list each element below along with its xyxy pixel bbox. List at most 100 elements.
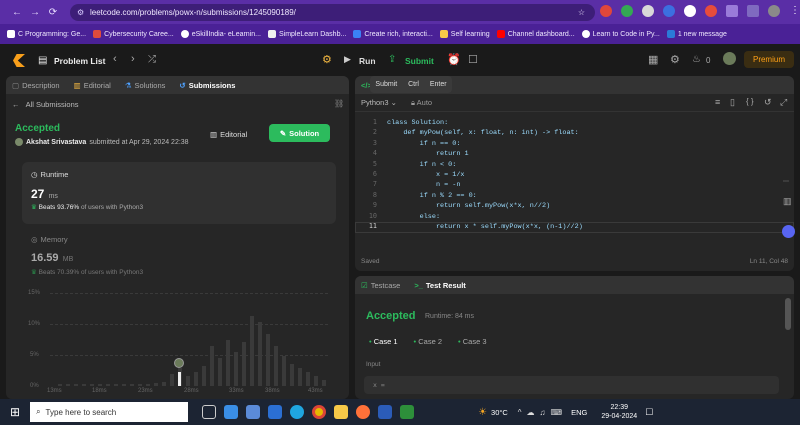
chart-bar[interactable] bbox=[82, 384, 86, 386]
chart-bar[interactable] bbox=[298, 368, 302, 386]
chart-bar[interactable] bbox=[290, 364, 294, 386]
runtime-card[interactable]: ◷ Runtime 27 ms ♛ Beats 93.76% of users w… bbox=[22, 162, 336, 224]
chart-bar[interactable] bbox=[106, 384, 110, 386]
auto-mode-toggle[interactable]: 🔒︎ Auto bbox=[411, 98, 432, 108]
chart-bar[interactable] bbox=[74, 384, 78, 386]
debug-icon[interactable]: ⚙ bbox=[322, 53, 332, 66]
reset-icon[interactable]: ↺ bbox=[764, 97, 772, 108]
chart-bar[interactable] bbox=[202, 366, 206, 386]
timer-icon[interactable]: ⏰ bbox=[447, 53, 461, 66]
chart-bar[interactable] bbox=[162, 382, 166, 386]
task-view-icon[interactable] bbox=[202, 405, 217, 419]
tab-description[interactable]: ▢ Description bbox=[12, 81, 60, 90]
language-indicator[interactable]: ENG bbox=[571, 408, 587, 417]
extension-icon[interactable] bbox=[621, 5, 633, 17]
chrome-browser-icon[interactable] bbox=[312, 405, 327, 419]
chart-bar[interactable] bbox=[186, 376, 190, 386]
chart-bar[interactable] bbox=[114, 384, 118, 386]
sidebar-icon[interactable] bbox=[747, 5, 759, 17]
discord-icon[interactable] bbox=[782, 225, 795, 238]
bookmark-item[interactable]: SimpleLearn Dashb... bbox=[267, 30, 346, 38]
chart-bar[interactable] bbox=[130, 384, 134, 386]
chart-bar[interactable] bbox=[282, 356, 286, 386]
store-app-icon[interactable] bbox=[268, 405, 283, 419]
chart-bar[interactable] bbox=[226, 340, 230, 386]
tab-editorial[interactable]: ▥ Editorial bbox=[74, 81, 111, 90]
chart-bar[interactable] bbox=[234, 352, 238, 386]
tab-submissions[interactable]: ↺ Submissions bbox=[179, 81, 235, 90]
chart-bar[interactable] bbox=[314, 376, 318, 386]
chart-bar[interactable] bbox=[210, 346, 214, 386]
system-tray-icons[interactable]: ^☁♫⌨ bbox=[518, 408, 567, 417]
premium-button[interactable]: Premium bbox=[744, 51, 794, 68]
word-app-icon[interactable] bbox=[378, 405, 393, 419]
case-tab-2[interactable]: • Case 2 bbox=[414, 337, 443, 346]
extension-icon[interactable] bbox=[642, 5, 654, 17]
bookmark-item[interactable]: Learn to Code in Py... bbox=[581, 30, 660, 38]
extension-icon[interactable] bbox=[663, 5, 675, 17]
chart-bar[interactable] bbox=[146, 384, 150, 386]
layout-icon[interactable]: ▦ bbox=[648, 53, 658, 66]
address-bar[interactable]: ⚙ leetcode.com/problems/powx-n/submissio… bbox=[70, 4, 595, 21]
case-tab-3[interactable]: • Case 3 bbox=[458, 337, 487, 346]
firefox-icon[interactable] bbox=[356, 405, 371, 419]
next-problem-icon[interactable]: › bbox=[131, 53, 135, 65]
tab-test-result[interactable]: >_ Test Result bbox=[414, 281, 465, 290]
language-select[interactable]: Python3 ⌄ bbox=[361, 98, 397, 107]
mail-app-icon[interactable] bbox=[224, 405, 239, 419]
back-arrow-icon[interactable]: ← bbox=[8, 7, 26, 18]
weather-temp[interactable]: 30°C bbox=[491, 408, 508, 417]
chart-bar[interactable] bbox=[138, 384, 142, 386]
notifications-icon[interactable]: ☐ bbox=[645, 407, 653, 418]
windows-start-icon[interactable]: ⊞ bbox=[10, 405, 20, 419]
chart-bar[interactable] bbox=[306, 372, 310, 386]
user-avatar[interactable] bbox=[723, 52, 736, 65]
forward-arrow-icon[interactable]: → bbox=[26, 7, 44, 18]
reload-icon[interactable]: ⟳ bbox=[44, 7, 62, 18]
braces-icon[interactable]: { } bbox=[746, 97, 754, 106]
extensions-puzzle-icon[interactable] bbox=[726, 5, 738, 17]
book-open-icon[interactable]: ▥ bbox=[783, 196, 792, 207]
chart-bar[interactable] bbox=[154, 383, 158, 386]
profile-avatar[interactable] bbox=[768, 5, 780, 17]
extension-icon[interactable] bbox=[600, 5, 612, 17]
problem-list-link[interactable]: Problem List bbox=[54, 56, 105, 66]
bookmark-item[interactable]: Channel dashboard... bbox=[496, 30, 575, 38]
solution-button[interactable]: ✎ Solution bbox=[269, 124, 330, 142]
bookmark-item[interactable]: Create rich, interacti... bbox=[353, 30, 433, 38]
taskbar-search[interactable]: ⌕ Type here to search bbox=[30, 402, 189, 422]
prev-problem-icon[interactable]: ‹ bbox=[113, 53, 117, 65]
extension-icon[interactable] bbox=[684, 5, 696, 17]
clock[interactable]: 22:39 29-04-2024 bbox=[601, 403, 637, 421]
chart-bar[interactable] bbox=[218, 358, 222, 386]
chart-bar[interactable] bbox=[266, 334, 270, 386]
edge-browser-icon[interactable] bbox=[290, 405, 305, 419]
chart-bar[interactable] bbox=[170, 374, 174, 386]
tab-testcase[interactable]: ☑ Testcase bbox=[361, 281, 400, 290]
all-submissions-link[interactable]: ← All Submissions bbox=[12, 100, 79, 109]
chart-bar[interactable] bbox=[122, 384, 126, 386]
chart-bar[interactable] bbox=[194, 372, 198, 386]
scrollbar[interactable] bbox=[785, 298, 791, 330]
chart-bar[interactable] bbox=[242, 342, 246, 386]
bookmark-icon[interactable]: ▯ bbox=[730, 97, 735, 108]
chart-bar[interactable] bbox=[58, 384, 62, 386]
settings-icon[interactable]: ⚙ bbox=[670, 53, 680, 66]
bookmark-star-icon[interactable]: ☆ bbox=[578, 4, 585, 21]
site-info-icon[interactable]: ⚙ bbox=[77, 4, 84, 21]
sticky-notes-icon[interactable] bbox=[334, 405, 349, 419]
code-area[interactable]: 1 2 3 4 5 6 7 8 9 10 11 class Solution: … bbox=[355, 118, 794, 238]
tab-solutions[interactable]: ⚗ Solutions bbox=[125, 81, 166, 90]
collapse-handle-icon[interactable]: ⋯ bbox=[783, 178, 789, 185]
bookmark-item[interactable]: eSkillIndia- eLearnin... bbox=[180, 30, 261, 38]
case-tab-1[interactable]: • Case 1 bbox=[369, 337, 398, 346]
leetcode-logo-icon[interactable] bbox=[13, 54, 25, 67]
camera-app-icon[interactable] bbox=[400, 405, 415, 419]
notes-icon[interactable]: ☐ bbox=[468, 53, 478, 66]
bookmark-item[interactable]: Cybersecurity Caree... bbox=[93, 30, 174, 38]
chart-bar[interactable] bbox=[322, 380, 326, 386]
bookmark-item[interactable]: 1 new message bbox=[666, 30, 727, 38]
menu-dots-icon[interactable]: ⋮ bbox=[789, 5, 800, 17]
chart-bar[interactable] bbox=[258, 322, 262, 386]
chart-bar[interactable] bbox=[274, 346, 278, 386]
